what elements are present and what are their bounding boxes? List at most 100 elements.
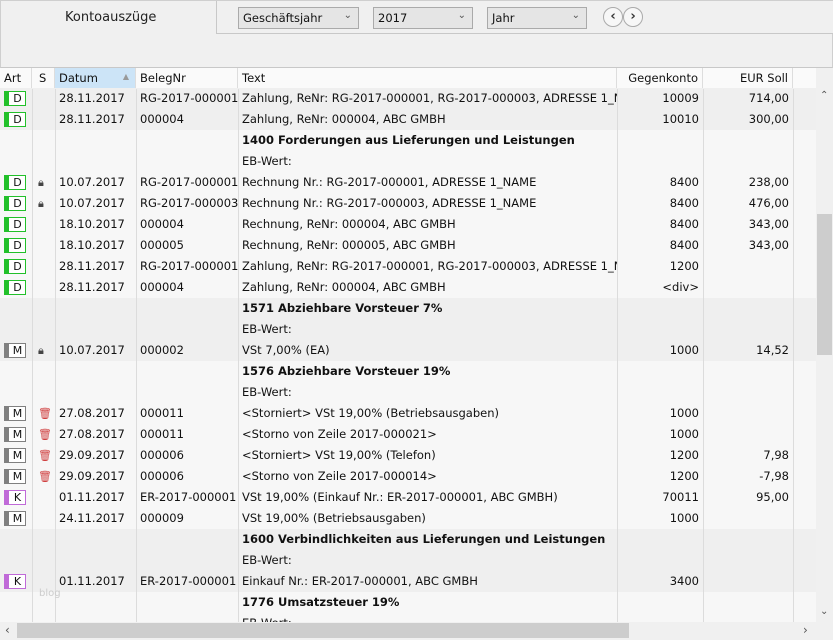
- cell-belegnr: RG-2017-000001: [140, 175, 238, 189]
- next-period-button[interactable]: ›: [623, 7, 643, 27]
- chevron-down-icon: ⌄: [457, 10, 466, 21]
- range-select[interactable]: Jahr ⌄: [487, 7, 587, 29]
- column-header-row: Art S Datum ▲ BelegNr Text Gegenkonto EUR…: [0, 68, 816, 89]
- booking-type: D: [13, 281, 22, 294]
- column-divider: [793, 89, 794, 622]
- column-header-s[interactable]: S: [32, 68, 55, 89]
- account-group-row[interactable]: 1776 Umsatzsteuer 19%: [0, 592, 816, 613]
- cell-belegnr: RG-2017-000001: [140, 259, 238, 273]
- horizontal-scroll-thumb[interactable]: [17, 623, 629, 638]
- booking-type-badge: K: [4, 490, 26, 505]
- account-group-row[interactable]: 1571 Abziehbare Vorsteuer 7%: [0, 298, 816, 319]
- table-row[interactable]: D 🔒︎ 10.07.2017 RG-2017-000001 Rechnung Nr.:…: [0, 172, 816, 193]
- table-row[interactable]: M 🔒︎ 10.07.2017 000002 VSt 7,00% (EA) 1000 14,…: [0, 340, 816, 361]
- table-row[interactable]: D 28.11.2017 RG-2017-000001 Zahlung, ReNr: …: [0, 256, 816, 277]
- table-row[interactable]: EB-Wert:: [0, 319, 816, 340]
- booking-type: M: [12, 512, 23, 525]
- filter-toolbar: Geschäftsjahr ⌄ 2017 ⌄ Jahr ⌄ ‹ ›: [216, 1, 833, 34]
- booking-type-badge: M: [4, 469, 26, 484]
- cell-text: Rechnung, ReNr: 000005, ABC GMBH: [242, 238, 456, 252]
- table-row[interactable]: EB-Wert:: [0, 151, 816, 172]
- booking-type-badge: D: [4, 91, 26, 106]
- lock-icon: 🔒︎: [38, 176, 44, 189]
- table-row[interactable]: D 28.11.2017 000004 Zahlung, ReNr: 000004, …: [0, 277, 816, 298]
- cell-gegenkonto: 8400: [669, 196, 699, 210]
- horizontal-scrollbar[interactable]: ‹ ›: [0, 622, 816, 639]
- cell-gegenkonto: 1200: [669, 259, 699, 273]
- booking-type: D: [13, 260, 22, 273]
- column-divider: [238, 89, 239, 622]
- booking-type-badge: M: [4, 448, 26, 463]
- account-group-row[interactable]: 1576 Abziehbare Vorsteuer 19%: [0, 361, 816, 382]
- column-header-gegenkonto[interactable]: Gegenkonto: [617, 68, 703, 89]
- booking-type: K: [13, 575, 22, 588]
- table-row[interactable]: D 18.10.2017 000004 Rechnung, ReNr: 000004,…: [0, 214, 816, 235]
- cell-text: <Storniert> VSt 19,00% (Betriebsausgaben…: [242, 406, 500, 420]
- column-divider: [55, 89, 56, 622]
- cell-eur-soll: 476,00: [748, 196, 789, 210]
- page-title: Kontoauszüge: [65, 10, 157, 25]
- cell-text: Rechnung Nr.: RG-2017-000003, ADRESSE 1_…: [242, 196, 537, 210]
- table-row[interactable]: EB-Wert:: [0, 613, 816, 622]
- account-group-row[interactable]: 1400 Forderungen aus Lieferungen und Lei…: [0, 130, 816, 151]
- cell-belegnr: 000005: [140, 238, 184, 252]
- booking-type: M: [12, 449, 23, 462]
- sort-ascending-icon: ▲: [122, 72, 129, 81]
- table-row[interactable]: D 18.10.2017 000005 Rechnung, ReNr: 000005,…: [0, 235, 816, 256]
- booking-type-badge: D: [4, 112, 26, 127]
- account-heading: 1400 Forderungen aus Lieferungen und Lei…: [242, 133, 575, 147]
- cell-eur-soll: 714,00: [748, 91, 789, 105]
- column-header-eur-soll[interactable]: EUR Soll: [703, 68, 793, 89]
- scroll-right-icon[interactable]: ›: [803, 623, 808, 637]
- cell-gegenkonto: 8400: [669, 217, 699, 231]
- account-heading: 1600 Verbindlichkeiten aus Lieferungen u…: [242, 532, 606, 546]
- table-row[interactable]: M 24.11.2017 000009 VSt 19,00% (Betriebsaus…: [0, 508, 816, 529]
- table-row[interactable]: K 01.11.2017 ER-2017-000001 Einkauf Nr.: ER…: [0, 571, 816, 592]
- table-row[interactable]: M 🗑︎ 27.08.2017 000011 <Storno von Zeile 201…: [0, 424, 816, 445]
- table-row[interactable]: D 🔒︎ 10.07.2017 RG-2017-000003 Rechnung Nr.:…: [0, 193, 816, 214]
- lock-icon: 🔒︎: [38, 197, 44, 210]
- period-type-select[interactable]: Geschäftsjahr ⌄: [238, 7, 359, 29]
- previous-period-button[interactable]: ‹: [603, 7, 623, 27]
- scroll-down-icon[interactable]: ⌄: [820, 606, 828, 617]
- table-row[interactable]: M 🗑︎ 29.09.2017 000006 <Storniert> VSt 19,00…: [0, 445, 816, 466]
- scroll-left-icon[interactable]: ‹: [5, 623, 10, 637]
- table-row[interactable]: EB-Wert:: [0, 550, 816, 571]
- column-header-eur-haben[interactable]: EU: [793, 68, 816, 89]
- booking-type-badge: D: [4, 217, 26, 232]
- year-select[interactable]: 2017 ⌄: [373, 7, 473, 29]
- cell-datum: 28.11.2017: [59, 112, 125, 126]
- vertical-scroll-thumb[interactable]: [817, 214, 832, 355]
- chevron-down-icon: ⌄: [571, 10, 580, 21]
- cell-gegenkonto: <div>: [662, 280, 699, 294]
- cell-belegnr: 000004: [140, 112, 184, 126]
- account-group-row[interactable]: 1600 Verbindlichkeiten aus Lieferungen u…: [0, 529, 816, 550]
- table-row[interactable]: EB-Wert:: [0, 382, 816, 403]
- table-row[interactable]: M 🗑︎ 29.09.2017 000006 <Storno von Zeile 201…: [0, 466, 816, 487]
- cell-belegnr: 000004: [140, 280, 184, 294]
- cell-datum: 29.09.2017: [59, 448, 125, 462]
- table-row[interactable]: D 28.11.2017 000004 Zahlung, ReNr: 000004, …: [0, 109, 816, 130]
- datum-label: Datum: [59, 71, 98, 85]
- column-header-art[interactable]: Art: [0, 68, 32, 89]
- scroll-up-icon[interactable]: ⌃: [820, 90, 828, 101]
- cell-gegenkonto: 70011: [662, 490, 699, 504]
- cell-datum: 10.07.2017: [59, 175, 125, 189]
- table-row[interactable]: D 28.11.2017 RG-2017-000001 Zahlung, ReNr: …: [0, 88, 816, 109]
- trash-icon: 🗑︎: [38, 407, 52, 420]
- table-row[interactable]: M 🗑︎ 27.08.2017 000011 <Storniert> VSt 19,00…: [0, 403, 816, 424]
- cell-belegnr: RG-2017-000003: [140, 196, 238, 210]
- cell-text: EB-Wert:: [242, 553, 292, 567]
- cell-gegenkonto: 1000: [669, 427, 699, 441]
- account-heading: 1571 Abziehbare Vorsteuer 7%: [242, 301, 443, 315]
- cell-eur-soll: 7,98: [763, 448, 789, 462]
- vertical-scrollbar[interactable]: ⌃ ⌄: [816, 88, 833, 622]
- cell-datum: 01.11.2017: [59, 490, 125, 504]
- cell-text: Rechnung, ReNr: 000004, ABC GMBH: [242, 217, 456, 231]
- column-header-datum[interactable]: Datum ▲: [55, 68, 136, 89]
- table-row[interactable]: K 01.11.2017 ER-2017-000001 VSt 19,00% (Ein…: [0, 487, 816, 508]
- cell-eur-soll: 343,00: [748, 238, 789, 252]
- column-header-belegnr[interactable]: BelegNr: [136, 68, 238, 89]
- column-header-text[interactable]: Text: [238, 68, 617, 89]
- cell-datum: 28.11.2017: [59, 91, 125, 105]
